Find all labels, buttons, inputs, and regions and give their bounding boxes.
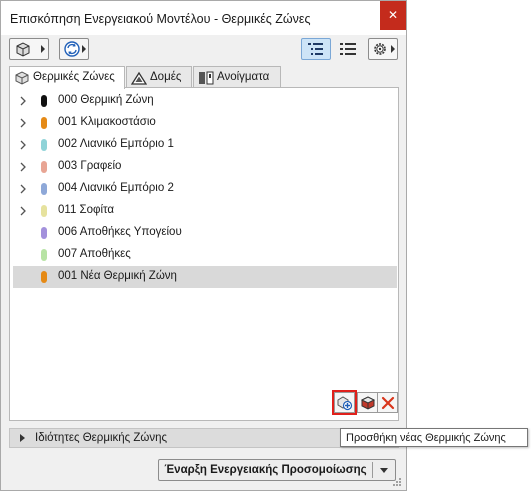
tab-strip: Θερμικές Ζώνες Δομές Ανοίγματα [9, 66, 399, 89]
close-button[interactable]: ✕ [380, 1, 406, 30]
thermal-zone-row[interactable]: 002 Λιανικό Εμπόριο 1 [13, 134, 397, 156]
chevron-right-icon[interactable] [19, 206, 27, 216]
dropdown-caret-icon [82, 45, 86, 53]
refresh-button[interactable] [59, 38, 89, 60]
settings-gear-icon [374, 43, 386, 55]
refresh-icon [64, 41, 80, 57]
chevron-right-icon[interactable] [19, 140, 27, 150]
chevron-right-icon[interactable] [19, 184, 27, 194]
energy-model-review-window: Επισκόπηση Ενεργειακού Μοντέλου - Θερμικ… [0, 0, 407, 491]
zone-color-swatch [41, 271, 47, 283]
dropdown-caret-icon [391, 45, 395, 53]
add-zone-icon [337, 396, 353, 411]
tab-openings[interactable]: Ανοίγματα [193, 66, 281, 88]
thermal-zones-list: 000 Θερμική Ζώνη 001 Κλιμακοστάσιο 002 Λια… [9, 87, 399, 421]
toolbar [1, 35, 406, 63]
zone-color-swatch [41, 249, 47, 261]
zone-label: 000 Θερμική Ζώνη [58, 94, 154, 106]
thermal-zone-row[interactable]: 001 Κλιμακοστάσιο [13, 112, 397, 134]
tree-view-icon [308, 43, 323, 55]
zone-label: 007 Αποθήκες [58, 248, 131, 260]
delete-zone-button[interactable] [377, 392, 398, 413]
tab-structures[interactable]: Δομές [126, 66, 192, 88]
tree-view-toggle[interactable] [301, 38, 331, 60]
thermal-zone-row[interactable]: 003 Γραφείο [13, 156, 397, 178]
expand-triangle-icon [20, 434, 25, 442]
openings-icon [199, 71, 214, 85]
dropdown-caret-icon [41, 45, 45, 53]
chevron-right-icon[interactable] [19, 118, 27, 128]
title-bar[interactable]: Επισκόπηση Ενεργειακού Μοντέλου - Θερμικ… [1, 1, 406, 35]
list-view-icon [340, 43, 356, 55]
list-view-toggle[interactable] [335, 38, 361, 60]
cube-icon [360, 396, 376, 410]
thermal-zone-row[interactable]: 011 Σοφίτα [13, 200, 397, 222]
zone-label: 001 Κλιμακοστάσιο [58, 116, 156, 128]
zone-color-swatch [41, 139, 47, 151]
delete-x-icon [381, 396, 395, 410]
thermal-zone-row[interactable]: 006 Αποθήκες Υπογείου [13, 222, 397, 244]
tab-label: Ανοίγματα [217, 71, 270, 83]
zone-properties-label: Ιδιότητες Θερμικής Ζώνης [35, 432, 168, 444]
thermal-zone-row[interactable]: 004 Λιανικό Εμπόριο 2 [13, 178, 397, 200]
thermal-zone-row[interactable]: 007 Αποθήκες [13, 244, 397, 266]
duplicate-zone-button[interactable] [357, 392, 378, 413]
zone-label: 004 Λιανικό Εμπόριο 2 [58, 182, 174, 194]
tab-label: Θερμικές Ζώνες [33, 71, 115, 83]
structures-icon [131, 71, 147, 85]
3d-view-icon [16, 42, 30, 57]
chevron-down-icon[interactable] [380, 468, 388, 473]
zone-label: 002 Λιανικό Εμπόριο 1 [58, 138, 174, 150]
3d-view-button[interactable] [9, 38, 49, 60]
tab-label: Δομές [150, 71, 182, 83]
zone-color-swatch [41, 205, 47, 217]
zone-label: 003 Γραφείο [58, 160, 122, 172]
tab-thermal-zones[interactable]: Θερμικές Ζώνες [9, 66, 125, 89]
thermal-zone-row[interactable]: 001 Νέα Θερμική Ζώνη [13, 266, 397, 288]
start-simulation-button[interactable]: Έναρξη Ενεργειακής Προσομοίωσης [158, 459, 396, 481]
zone-color-swatch [41, 161, 47, 173]
list-actions [9, 389, 399, 421]
split-divider [372, 462, 373, 478]
thermal-zones-icon [15, 71, 29, 85]
zone-label: 011 Σοφίτα [58, 204, 115, 216]
window-title: Επισκόπηση Ενεργειακού Μοντέλου - Θερμικ… [10, 12, 311, 26]
resize-grip-icon[interactable] [392, 477, 402, 487]
start-simulation-label: Έναρξη Ενεργειακής Προσομοίωσης [164, 464, 367, 476]
thermal-zone-row[interactable]: 000 Θερμική Ζώνη [13, 90, 397, 112]
zone-color-swatch [41, 117, 47, 129]
add-zone-tooltip: Προσθήκη νέας Θερμικής Ζώνης [340, 428, 528, 447]
zone-color-swatch [41, 95, 47, 107]
zone-label: 006 Αποθήκες Υπογείου [58, 226, 182, 238]
tooltip-text: Προσθήκη νέας Θερμικής Ζώνης [346, 432, 506, 444]
chevron-right-icon[interactable] [19, 162, 27, 172]
zone-color-swatch [41, 227, 47, 239]
zone-color-swatch [41, 183, 47, 195]
settings-button[interactable] [368, 38, 398, 60]
add-zone-button[interactable] [332, 390, 357, 415]
chevron-right-icon[interactable] [19, 96, 27, 106]
zone-label: 001 Νέα Θερμική Ζώνη [58, 270, 177, 282]
